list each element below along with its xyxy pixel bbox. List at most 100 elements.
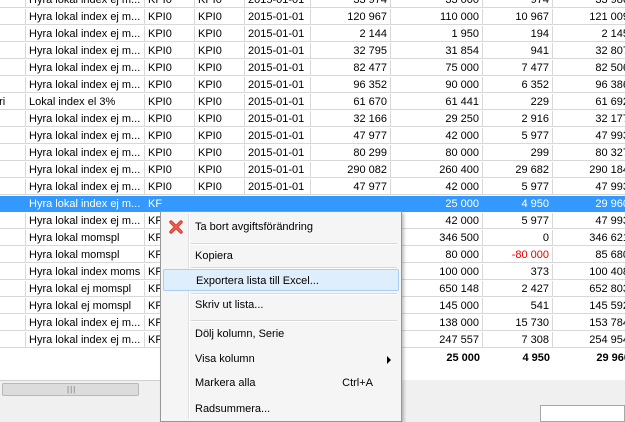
menu-item-row-sum[interactable]: Radsummera... xyxy=(163,398,399,420)
index2-cell: KPI0 xyxy=(195,9,245,25)
menu-item-select-all[interactable]: Markera alla Ctrl+A xyxy=(163,372,399,394)
total-cell: 652 803 xyxy=(553,281,625,297)
base-cell: 31 854 xyxy=(391,43,483,59)
object-cell xyxy=(0,230,26,246)
object-cell xyxy=(0,111,26,127)
object-cell xyxy=(0,145,26,161)
description-cell: Hyra lokal index ej m... xyxy=(26,77,145,93)
menu-item-export-excel[interactable]: Exportera lista till Excel... xyxy=(163,269,399,291)
menu-item-hide-column[interactable]: Dölj kolumn, Serie xyxy=(163,323,399,345)
menu-item-label: Visa kolumn xyxy=(195,353,255,365)
description-cell: Hyra lokal index ej m... xyxy=(26,196,145,212)
base-cell: 1 950 xyxy=(391,26,483,42)
total-cell: 32 177 xyxy=(553,111,625,127)
object-cell xyxy=(0,247,26,263)
date-cell: 2015-01-01 xyxy=(245,162,311,178)
index-cell: KPI0 xyxy=(145,145,195,161)
scrollbar-grip: ||| xyxy=(67,385,77,394)
description-cell: Hyra lokal index ej m... xyxy=(26,179,145,195)
change-cell: 229 xyxy=(483,94,553,110)
description-cell: Hyra lokal momspl xyxy=(26,247,145,263)
amount-cell: 120 967 xyxy=(311,9,391,25)
table-row[interactable]: Hyra lokal index ej m... KPI0 KPI0 2015-01-… xyxy=(0,77,625,94)
change-cell: 5 977 xyxy=(483,213,553,229)
base-cell: 42 000 xyxy=(391,213,483,229)
description-cell: Hyra lokal index ej m... xyxy=(26,26,145,42)
description-cell: Hyra lokal index ej m... xyxy=(26,128,145,144)
change-cell: 299 xyxy=(483,145,553,161)
amount-cell xyxy=(311,196,391,212)
table-row[interactable]: Hyra lokal index ej m... KPI0 KPI0 2015-01-… xyxy=(0,43,625,60)
base-cell: 42 000 xyxy=(391,179,483,195)
object-cell xyxy=(0,213,26,229)
table-row[interactable]: Hyra lokal index ej m... KPI0 KPI0 2015-01-… xyxy=(0,111,625,128)
total-cell: 153 784 xyxy=(553,315,625,331)
amount-cell: 47 977 xyxy=(311,128,391,144)
description-cell: Hyra lokal ej momspl xyxy=(26,281,145,297)
menu-item-shortcut: Ctrl+A xyxy=(342,377,373,389)
amount-cell: 2 144 xyxy=(311,26,391,42)
base-cell: 247 557 xyxy=(391,332,483,348)
base-cell: 100 000 xyxy=(391,264,483,280)
menu-item-label: Radsummera... xyxy=(195,403,271,415)
description-cell: Hyra lokal index ej m... xyxy=(26,0,145,8)
base-cell: 42 000 xyxy=(391,128,483,144)
total-value: 29 960 xyxy=(596,352,625,364)
amount-cell: 290 082 xyxy=(311,162,391,178)
total-cell: 290 184 xyxy=(553,162,625,178)
object-cell xyxy=(0,196,26,212)
base-cell: 145 000 xyxy=(391,298,483,314)
table-row[interactable]: oriLokal index el 3%KPI0KPI02015-01-0161… xyxy=(0,94,625,111)
base-cell: 61 441 xyxy=(391,94,483,110)
horizontal-scrollbar[interactable]: ||| xyxy=(0,380,160,397)
index-cell: KPI0 xyxy=(145,94,195,110)
base-cell: 33 000 xyxy=(391,0,483,8)
description-cell: Hyra lokal index ej m... xyxy=(26,145,145,161)
table-row[interactable]: Hyra lokal index ej m... KPI0 KPI0 2015-01-… xyxy=(0,145,625,162)
table-row[interactable]: Hyra lokal index ej m... KPI0 KPI0 2015-01-… xyxy=(0,0,625,9)
index-cell: KPI0 xyxy=(145,60,195,76)
footer-input[interactable] xyxy=(540,405,625,422)
delete-x-icon xyxy=(169,220,183,234)
index-cell: KPI0 xyxy=(145,111,195,127)
base-cell: 138 000 xyxy=(391,315,483,331)
index2-cell: KPI0 xyxy=(195,60,245,76)
menu-item-copy[interactable]: Kopiera xyxy=(163,245,399,267)
index-cell: KPI0 xyxy=(145,77,195,93)
table-row[interactable]: Hyra lokal index ej m... KPI0 KPI0 2015-01-… xyxy=(0,179,625,196)
description-cell: Hyra lokal index ej m... xyxy=(26,213,145,229)
menu-item-print-list[interactable]: Skriv ut lista... xyxy=(163,294,399,316)
date-cell: 2015-01-01 xyxy=(245,0,311,8)
table-row[interactable]: Hyra lokal index ej m... KPI0 KPI0 2015-01-… xyxy=(0,26,625,43)
change-cell: 5 977 xyxy=(483,128,553,144)
description-cell: Hyra lokal index moms xyxy=(26,264,145,280)
total-cell: 61 692 xyxy=(553,94,625,110)
change-cell: 6 352 xyxy=(483,77,553,93)
index-cell: KPI0 xyxy=(145,128,195,144)
menu-item-delete-fee-change[interactable]: Ta bort avgiftsförändring xyxy=(163,216,399,238)
object-cell xyxy=(0,179,26,195)
total-cell: 346 621 xyxy=(553,230,625,246)
base-cell: 346 500 xyxy=(391,230,483,246)
change-cell: 7 308 xyxy=(483,332,553,348)
table-row[interactable]: Hyra lokal index ej m... KPI0 KPI0 2015-01-… xyxy=(0,60,625,77)
total-value: 25 000 xyxy=(446,352,480,364)
menu-item-label: Ta bort avgiftsförändring xyxy=(195,221,314,233)
table-row[interactable]: Hyra lokal index ej m... KPI0 KPI0 2015-01-… xyxy=(0,9,625,26)
scrollbar-thumb[interactable]: ||| xyxy=(2,383,139,396)
menu-item-label: Exportera lista till Excel... xyxy=(196,275,319,287)
table-row[interactable]: Hyra lokal index ej m... KPI0 KPI0 2015-01-… xyxy=(0,128,625,145)
menu-item-show-column[interactable]: Visa kolumn xyxy=(163,348,399,370)
index2-cell: KPI0 xyxy=(195,128,245,144)
description-cell: Hyra lokal index ej m... xyxy=(26,60,145,76)
index-cell: KF xyxy=(145,196,195,212)
total-cell: 100 408 xyxy=(553,264,625,280)
table-row[interactable]: Hyra lokal index ej m... KPI0 KPI0 2015-01-… xyxy=(0,162,625,179)
date-cell: 2015-01-01 xyxy=(245,77,311,93)
object-cell: ori xyxy=(0,94,26,110)
base-cell: 75 000 xyxy=(391,60,483,76)
context-menu: Ta bort avgiftsförändring Kopiera Export… xyxy=(160,211,402,422)
total-cell: 47 993 xyxy=(553,128,625,144)
base-cell: 25 000 xyxy=(391,196,483,212)
total-cell: 121 009 xyxy=(553,9,625,25)
